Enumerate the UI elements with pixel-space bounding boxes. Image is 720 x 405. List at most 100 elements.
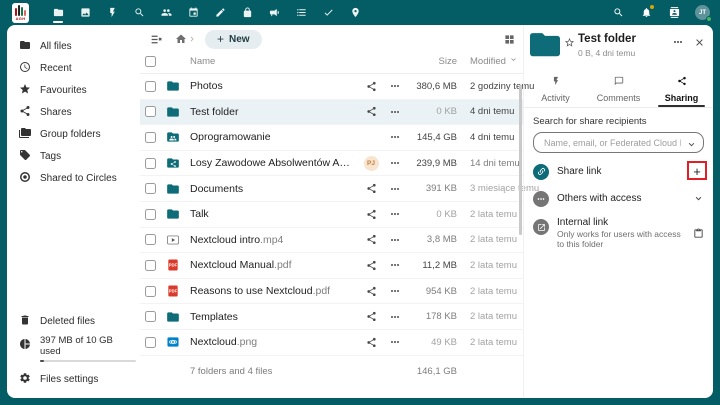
share-action-icon[interactable] [359, 81, 383, 92]
expand-chevron-icon[interactable] [693, 193, 704, 204]
share-recipient-combobox[interactable] [533, 132, 704, 153]
row-actions-icon[interactable] [383, 183, 407, 195]
app-list-icon[interactable] [294, 4, 308, 22]
copy-to-clipboard-icon[interactable] [693, 227, 704, 239]
sidebar-item-recent[interactable]: Recent [7, 57, 140, 79]
sidebar-item-group-folders[interactable]: Group folders [7, 123, 140, 145]
agh-logo[interactable]: AGH [12, 2, 29, 23]
file-name[interactable]: Templates [186, 311, 359, 323]
app-map-marker-icon[interactable] [348, 4, 362, 22]
file-row-test-folder[interactable]: Test folder 0 KB 4 dni temu [140, 99, 523, 126]
column-name[interactable]: Name [186, 56, 359, 67]
add-share-link-button[interactable]: + [690, 165, 704, 178]
row-actions-icon[interactable] [383, 336, 407, 348]
row-checkbox[interactable] [145, 106, 156, 118]
row-checkbox[interactable] [145, 285, 156, 297]
file-name[interactable]: Talk [186, 208, 359, 220]
share-action-icon[interactable] [359, 209, 383, 220]
new-button[interactable]: + New [205, 29, 262, 49]
file-name[interactable]: Nextcloud intro.mp4 [186, 234, 359, 246]
app-pencil-icon[interactable] [213, 4, 227, 22]
file-row-oprogramowanie[interactable]: Oprogramowanie 145,4 GB 4 dni temu [140, 125, 523, 151]
file-name[interactable]: Losy Zawodowe Absolwentów AGH - raporty [186, 157, 359, 169]
breadcrumb-home-icon[interactable] [175, 33, 187, 45]
file-row-talk[interactable]: Talk 0 KB 2 lata temu [140, 202, 523, 228]
share-action-icon[interactable] [359, 311, 383, 322]
share-action-icon[interactable] [359, 234, 383, 245]
row-checkbox[interactable] [145, 80, 156, 92]
row-actions-icon[interactable] [383, 259, 407, 271]
grid-view-toggle-icon[interactable] [504, 34, 515, 45]
sidebar-item-favourites[interactable]: Favourites [7, 79, 140, 101]
select-all-checkbox[interactable] [145, 55, 156, 67]
close-navigation-icon[interactable] [150, 33, 163, 46]
file-name[interactable]: Nextcloud.png [186, 336, 359, 348]
file-row-losy-zawodowe-absolwent-w-agh-raporty[interactable]: Losy Zawodowe Absolwentów AGH - raporty P… [140, 151, 523, 177]
row-actions-icon[interactable] [383, 157, 407, 169]
row-actions-icon[interactable] [383, 311, 407, 323]
file-name[interactable]: Documents [186, 183, 359, 195]
tab-activity[interactable]: Activity [524, 70, 587, 107]
share-action-icon[interactable] [359, 337, 383, 348]
app-bullhorn-icon[interactable] [267, 4, 281, 22]
file-name[interactable]: Test folder [186, 106, 359, 118]
contacts-menu-icon[interactable] [667, 5, 681, 21]
tab-sharing[interactable]: Sharing [650, 70, 713, 107]
row-actions-icon[interactable] [383, 234, 407, 246]
file-row-reasons-to-use-nextcloud[interactable]: PDF Reasons to use Nextcloud.pdf 954 KB 2 l… [140, 279, 523, 305]
row-checkbox[interactable] [145, 183, 156, 195]
nav-deleted-files[interactable]: Deleted files [7, 311, 140, 333]
sidebar-item-shares[interactable]: Shares [7, 101, 140, 123]
others-with-access-row[interactable]: Others with access [533, 190, 704, 207]
file-row-nextcloud-manual[interactable]: PDF Nextcloud Manual.pdf 11,2 MB 2 lata tem… [140, 253, 523, 279]
file-name[interactable]: Reasons to use Nextcloud.pdf [186, 285, 359, 297]
file-name[interactable]: Nextcloud Manual.pdf [186, 259, 359, 271]
share-action-icon[interactable] [359, 286, 383, 297]
file-name[interactable]: Photos [186, 80, 359, 92]
column-size[interactable]: Size [407, 56, 457, 67]
sidebar-item-all-files[interactable]: All files [7, 35, 140, 57]
share-action-icon[interactable] [359, 106, 383, 117]
row-checkbox[interactable] [145, 208, 156, 220]
file-row-templates[interactable]: Templates 178 KB 2 lata temu [140, 304, 523, 330]
share-action-icon[interactable] [359, 260, 383, 271]
sidebar-item-tags[interactable]: Tags [7, 145, 140, 167]
sidebar-close-icon[interactable] [694, 35, 705, 64]
share-action-icon[interactable] [359, 183, 383, 194]
user-avatar[interactable]: JT [695, 5, 712, 22]
row-checkbox[interactable] [145, 336, 156, 348]
row-actions-icon[interactable] [383, 285, 407, 297]
app-people-icon[interactable] [159, 4, 173, 22]
nav-files-settings[interactable]: Files settings [7, 368, 140, 390]
row-actions-icon[interactable] [383, 131, 407, 143]
storage-quota[interactable]: 397 MB of 10 GB used [7, 333, 140, 369]
file-row-documents[interactable]: Documents 391 KB 3 miesiące temu [140, 176, 539, 202]
row-checkbox[interactable] [145, 131, 156, 143]
sharer-avatar[interactable]: PJ [363, 155, 379, 171]
file-row-photos[interactable]: Photos 380,6 MB 2 godziny temu [140, 74, 534, 100]
row-checkbox[interactable] [145, 157, 156, 169]
row-actions-icon[interactable] [383, 106, 407, 118]
unified-search-icon[interactable] [611, 5, 625, 21]
row-checkbox[interactable] [145, 311, 156, 323]
sidebar-actions-icon[interactable] [672, 35, 684, 64]
app-check-icon[interactable] [321, 4, 335, 22]
app-calendar-icon[interactable] [186, 4, 200, 22]
list-scrollbar[interactable] [519, 85, 522, 235]
row-checkbox[interactable] [145, 259, 156, 271]
row-checkbox[interactable] [145, 234, 156, 246]
file-row-nextcloud[interactable]: Nextcloud.png 49 KB 2 lata temu [140, 330, 523, 356]
file-row-nextcloud-intro[interactable]: Nextcloud intro.mp4 3,8 MB 2 lata temu [140, 228, 523, 254]
favourite-star-icon[interactable] [564, 35, 575, 64]
row-actions-icon[interactable] [383, 80, 407, 92]
app-folder-icon[interactable] [51, 4, 65, 23]
app-magnify-icon[interactable] [132, 4, 146, 22]
column-modified[interactable]: Modified [457, 55, 519, 67]
share-recipient-input[interactable] [542, 136, 683, 149]
app-lock-icon[interactable] [240, 4, 254, 22]
app-lightning-icon[interactable] [105, 4, 119, 22]
file-name[interactable]: Oprogramowanie [186, 131, 359, 143]
sidebar-item-shared-to-circles[interactable]: Shared to Circles [7, 167, 140, 189]
notifications-bell-icon[interactable] [639, 4, 654, 21]
app-image-icon[interactable] [78, 4, 92, 22]
